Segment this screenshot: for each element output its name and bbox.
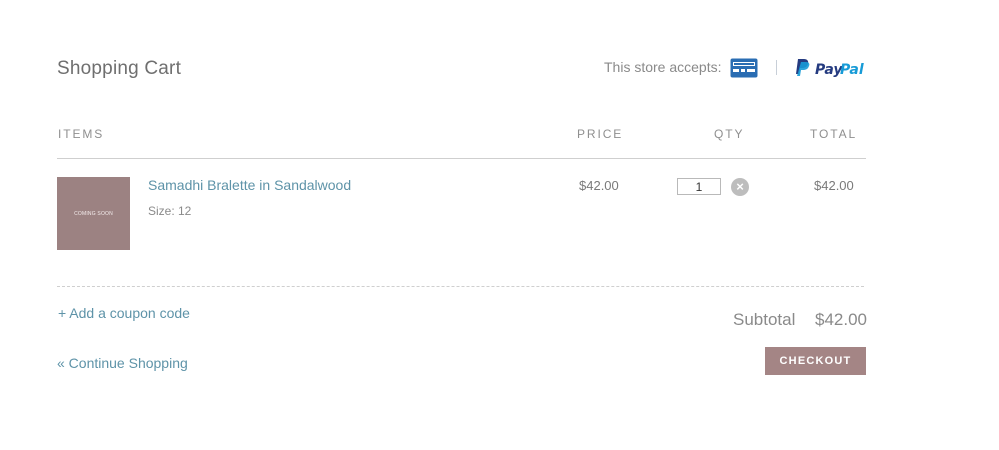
svg-text:Pal: Pal: [840, 62, 864, 78]
page-title: Shopping Cart: [57, 58, 182, 79]
line-item-total: $42.00: [814, 178, 854, 193]
header-divider: [57, 158, 866, 159]
quantity-input[interactable]: [677, 178, 721, 195]
items-divider: [57, 286, 864, 287]
subtotal-value: $42.00: [815, 310, 867, 329]
thumbnail-placeholder-text: COMING SOON: [74, 210, 113, 217]
column-header-total: TOTAL: [810, 127, 858, 141]
subtotal-label: Subtotal: [733, 310, 796, 329]
column-header-items: ITEMS: [58, 127, 105, 141]
shopping-cart-page: Shopping Cart This store accepts: Pay Pa…: [0, 0, 999, 450]
product-size: Size: 12: [148, 204, 192, 218]
add-coupon-link[interactable]: + Add a coupon code: [58, 305, 190, 321]
product-name-link[interactable]: Samadhi Bralette in Sandalwood: [148, 177, 351, 193]
paypal-logo: Pay Pal: [796, 59, 864, 78]
product-price: $42.00: [579, 178, 619, 193]
remove-item-button[interactable]: ×: [731, 178, 749, 196]
payment-divider: [776, 60, 777, 75]
remove-circle-icon: ×: [736, 179, 744, 194]
credit-card-icon: [730, 58, 758, 78]
continue-shopping-link[interactable]: « Continue Shopping: [57, 355, 188, 371]
payment-accepts-label: This store accepts:: [604, 59, 722, 75]
column-header-qty: QTY: [714, 127, 745, 141]
product-thumbnail[interactable]: COMING SOON: [57, 177, 130, 250]
checkout-button[interactable]: CHECKOUT: [765, 347, 866, 375]
column-header-price: PRICE: [577, 127, 624, 141]
